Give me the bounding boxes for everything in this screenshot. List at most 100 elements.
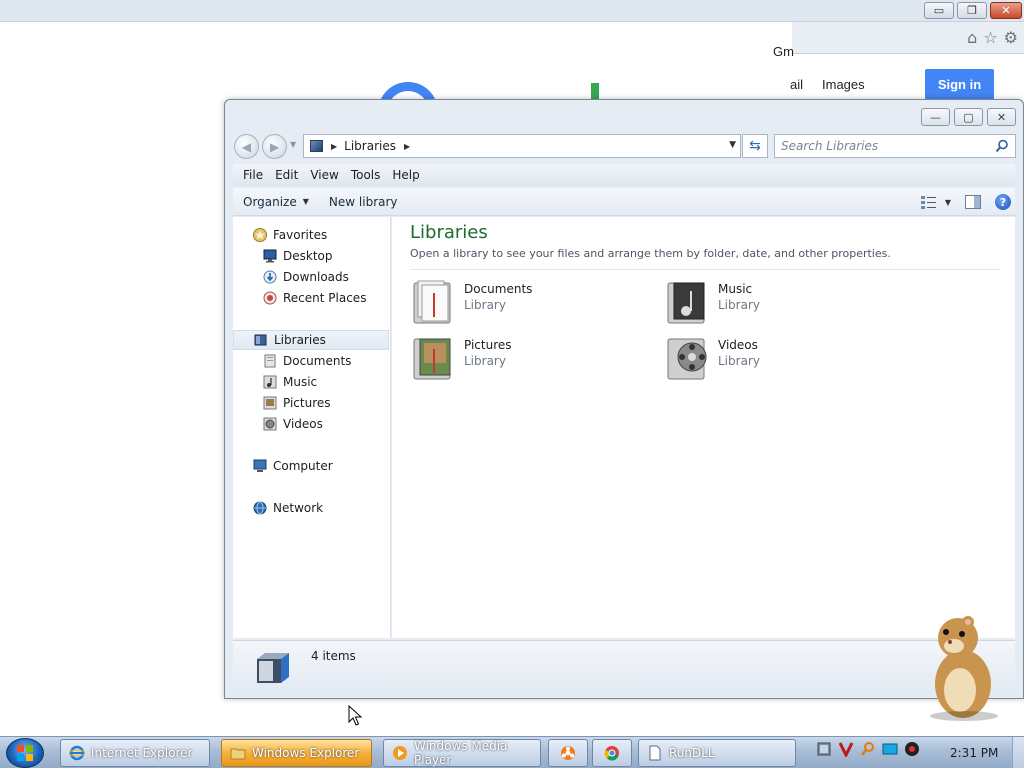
taskbar-chrome[interactable] <box>592 739 632 767</box>
search-input[interactable] <box>781 139 991 153</box>
menu-view[interactable]: View <box>304 168 344 182</box>
videos-library-icon <box>667 338 707 380</box>
gear-icon[interactable]: ⚙ <box>1004 28 1018 47</box>
browser-restore-button[interactable]: ❐ <box>957 2 987 19</box>
nav-documents[interactable]: Documents <box>263 351 351 371</box>
explorer-minimize-button[interactable]: — <box>921 108 950 126</box>
taskbar-windows-explorer[interactable]: Windows Explorer <box>221 739 372 767</box>
library-tile-documents[interactable]: Documents Library <box>412 279 652 329</box>
start-button[interactable] <box>6 738 44 768</box>
nav-network-label: Network <box>273 501 324 515</box>
star-icon[interactable]: ☆ <box>983 28 997 47</box>
recent-places-icon <box>263 291 277 305</box>
nav-desktop[interactable]: Desktop <box>263 246 333 266</box>
nav-videos-label: Videos <box>283 417 323 431</box>
taskbar: Internet Explorer Windows Explorer Windo… <box>0 736 1024 768</box>
documents-library-icon <box>264 354 276 368</box>
new-library-button[interactable]: New library <box>319 195 408 209</box>
nav-recent-places-label: Recent Places <box>283 291 367 305</box>
nav-network[interactable]: Network <box>253 498 323 518</box>
menu-help[interactable]: Help <box>386 168 425 182</box>
browser-toolbar: ⌂ ☆ ⚙ <box>792 22 1024 54</box>
taskbar-label: RunDLL <box>669 746 715 760</box>
library-name: Music <box>718 282 753 296</box>
explorer-close-button[interactable]: ✕ <box>987 108 1016 126</box>
menu-tools[interactable]: Tools <box>345 168 387 182</box>
nav-downloads[interactable]: Downloads <box>263 267 349 287</box>
sign-in-button[interactable]: Sign in <box>925 69 994 100</box>
menu-file[interactable]: File <box>237 168 269 182</box>
gmail-link[interactable]: ail <box>790 77 803 92</box>
library-type: Library <box>464 354 506 368</box>
mouse-cursor-icon <box>348 705 363 726</box>
explorer-caption-bar[interactable]: — ▢ ✕ <box>225 100 1023 130</box>
document-icon <box>649 745 661 761</box>
explorer-maximize-button[interactable]: ▢ <box>954 108 983 126</box>
breadcrumb-separator-icon[interactable]: ▶ <box>331 142 337 151</box>
display-tray-icon[interactable] <box>882 741 898 757</box>
nav-desktop-label: Desktop <box>283 249 333 263</box>
show-desktop-button[interactable] <box>1012 737 1024 768</box>
library-tile-videos[interactable]: Videos Library <box>666 335 906 385</box>
downloads-icon <box>263 270 277 284</box>
back-arrow-icon: ◀ <box>241 139 252 154</box>
home-icon[interactable]: ⌂ <box>967 28 977 47</box>
nav-videos[interactable]: Videos <box>263 414 323 434</box>
nav-recent-places[interactable]: Recent Places <box>263 288 366 308</box>
documents-library-icon <box>413 280 451 324</box>
pictures-library-icon <box>413 338 451 380</box>
volume-tray-icon[interactable] <box>904 741 920 757</box>
nav-pictures-label: Pictures <box>283 396 331 410</box>
network-tray-icon[interactable] <box>816 741 832 757</box>
search-box[interactable] <box>774 134 1016 158</box>
nav-libraries-label: Libraries <box>274 333 326 347</box>
forward-arrow-icon: ▶ <box>269 139 280 154</box>
change-view-button[interactable]: ▼ <box>920 195 951 209</box>
chevron-down-icon[interactable]: ▼ <box>945 198 951 207</box>
nav-computer[interactable]: Computer <box>253 456 333 476</box>
nav-favorites[interactable]: Favorites <box>253 225 327 245</box>
folder-icon <box>230 748 246 760</box>
forward-button[interactable]: ▶ <box>262 134 287 159</box>
music-library-icon <box>263 375 277 389</box>
refresh-button[interactable]: ⇆ <box>742 134 768 158</box>
address-history-dropdown[interactable]: ▼ <box>729 140 736 150</box>
taskbar-rundll[interactable]: RunDLL <box>638 739 796 767</box>
libraries-icon <box>310 140 323 152</box>
menu-bar: File Edit View Tools Help <box>233 164 1015 186</box>
back-button[interactable]: ◀ <box>234 134 259 159</box>
taskbar-internet-explorer[interactable]: Internet Explorer <box>60 739 210 767</box>
images-link[interactable]: Images <box>822 77 865 92</box>
hamster-mascot-icon <box>930 616 998 721</box>
taskbar-pinned-app[interactable] <box>548 739 588 767</box>
browser-minimize-button[interactable]: ▭ <box>924 2 954 19</box>
taskbar-clock[interactable]: 2:31 PM <box>950 746 998 760</box>
taskbar-windows-media-player[interactable]: Windows Media Player <box>383 739 541 767</box>
organize-button[interactable]: Organize ▼ <box>233 195 319 209</box>
library-tile-pictures[interactable]: Pictures Library <box>412 335 652 385</box>
breadcrumb-separator-icon[interactable]: ▶ <box>404 142 410 151</box>
antivirus-tray-icon[interactable] <box>838 741 854 757</box>
preview-pane-icon[interactable] <box>965 195 981 209</box>
nav-downloads-label: Downloads <box>283 270 349 284</box>
menu-edit[interactable]: Edit <box>269 168 304 182</box>
nav-libraries[interactable]: Libraries <box>233 330 389 350</box>
help-icon[interactable]: ? <box>995 194 1011 210</box>
browser-close-button[interactable]: ✕ <box>990 2 1022 19</box>
search-tray-icon[interactable] <box>860 741 876 757</box>
gmail-link-partial[interactable]: Gm <box>773 44 794 59</box>
recent-pages-dropdown[interactable]: ▼ <box>290 140 296 149</box>
nav-music[interactable]: Music <box>263 372 317 392</box>
divider <box>410 269 1000 270</box>
pictures-library-icon <box>263 396 277 410</box>
library-name: Documents <box>464 282 533 296</box>
content-pane: Libraries Open a library to see your fil… <box>392 217 1015 638</box>
computer-icon <box>253 459 267 472</box>
breadcrumb-libraries[interactable]: Libraries <box>344 139 396 153</box>
chrome-icon <box>604 746 619 761</box>
search-icon[interactable] <box>995 139 1009 153</box>
address-bar[interactable]: ▶ Libraries ▶ ▼ <box>303 134 741 158</box>
library-tile-music[interactable]: Music Library <box>666 279 906 329</box>
nav-pictures[interactable]: Pictures <box>263 393 331 413</box>
browser-window-controls: ▭ ❐ ✕ <box>924 2 1022 19</box>
